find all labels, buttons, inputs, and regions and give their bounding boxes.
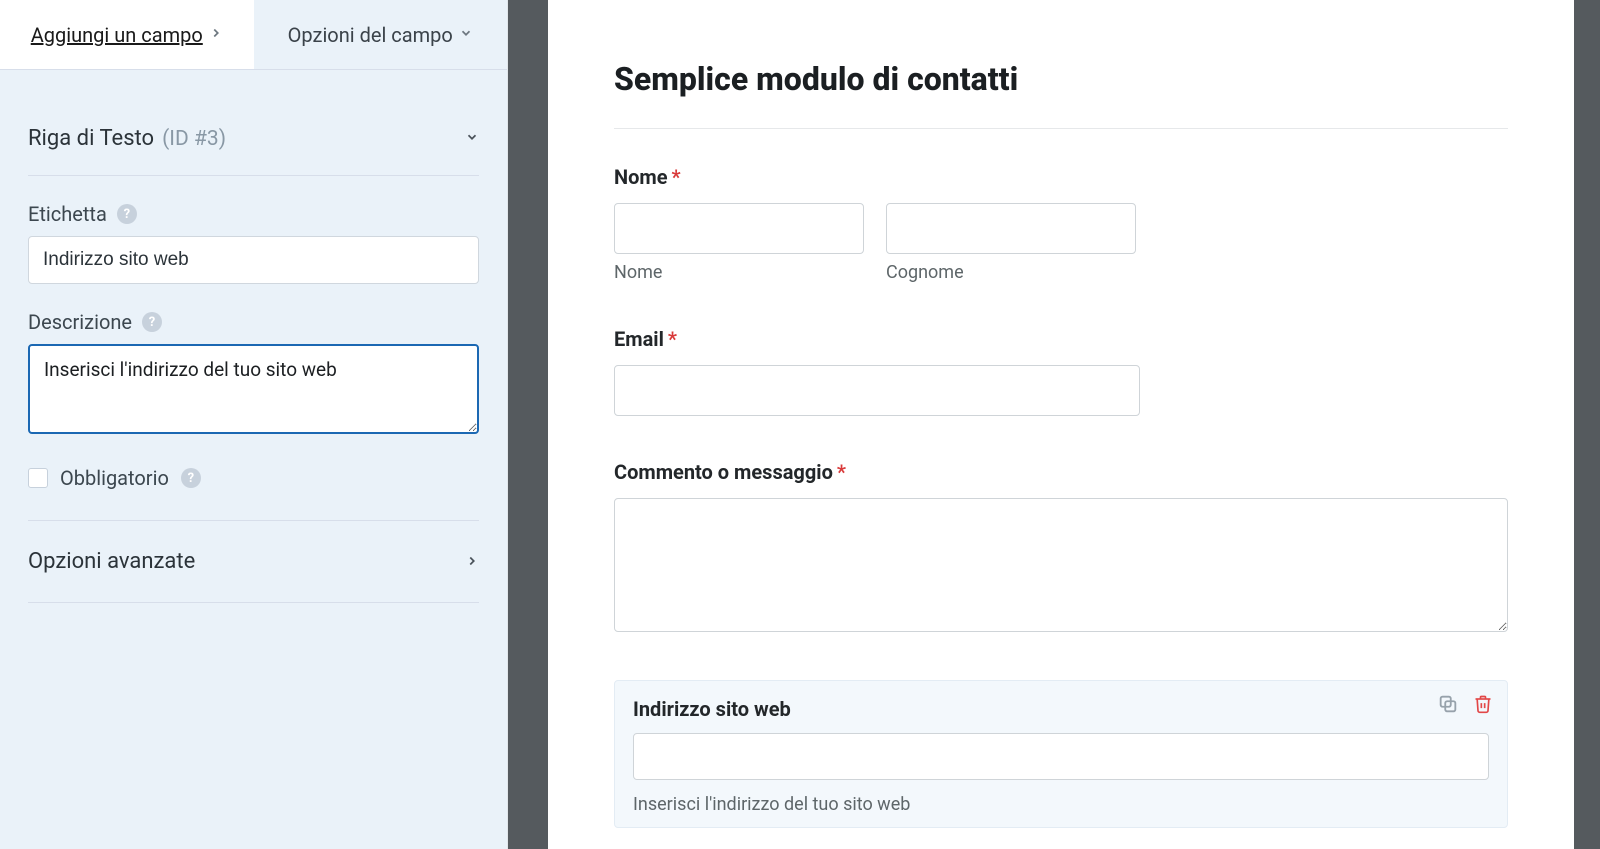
description-label: Descrizione	[28, 310, 132, 334]
form-card: Semplice modulo di contatti Nome* Nome C…	[548, 0, 1574, 849]
help-icon[interactable]: ?	[117, 204, 137, 224]
field-name[interactable]: Nome* Nome Cognome	[614, 165, 1508, 283]
email-input[interactable]	[614, 365, 1140, 416]
first-name-input[interactable]	[614, 203, 864, 254]
delete-icon[interactable]	[1473, 693, 1493, 715]
field-name-label: Nome*	[614, 165, 1508, 189]
tab-field-options[interactable]: Opzioni del campo	[254, 0, 508, 69]
field-email-label: Email*	[614, 327, 1508, 351]
form-title: Semplice modulo di contatti	[614, 60, 1508, 129]
field-editor-sidebar: Aggiungi un campo Opzioni del campo Riga…	[0, 0, 508, 849]
field-comment-label: Commento o messaggio*	[614, 460, 1508, 484]
advanced-options-row[interactable]: Opzioni avanzate	[28, 521, 479, 603]
chevron-right-icon	[465, 549, 479, 574]
tab-add-field[interactable]: Aggiungi un campo	[0, 0, 254, 69]
help-icon[interactable]: ?	[142, 312, 162, 332]
chevron-down-icon	[459, 24, 473, 45]
tab-add-field-label: Aggiungi un campo	[31, 23, 203, 47]
required-checkbox[interactable]	[28, 468, 48, 488]
field-comment[interactable]: Commento o messaggio*	[614, 460, 1508, 636]
form-preview-pane[interactable]: Semplice modulo di contatti Nome* Nome C…	[508, 0, 1600, 849]
last-name-sublabel: Cognome	[886, 262, 1136, 283]
description-label-row: Descrizione ?	[28, 310, 479, 334]
first-name-sublabel: Nome	[614, 262, 864, 283]
field-type-label: Riga di Testo	[28, 126, 154, 151]
field-email[interactable]: Email*	[614, 327, 1508, 416]
selected-field-description: Inserisci l'indirizzo del tuo sito web	[633, 794, 1489, 815]
required-asterisk: *	[672, 165, 681, 189]
last-name-input[interactable]	[886, 203, 1136, 254]
duplicate-icon[interactable]	[1437, 693, 1459, 715]
tab-field-options-label: Opzioni del campo	[288, 23, 453, 47]
field-id-label: (ID #3)	[162, 127, 226, 151]
etichetta-label-row: Etichetta ?	[28, 202, 479, 226]
required-asterisk: *	[668, 327, 677, 351]
comment-textarea[interactable]	[614, 498, 1508, 632]
selected-field-input[interactable]	[633, 733, 1489, 780]
etichetta-label: Etichetta	[28, 202, 107, 226]
selected-field-actions	[1437, 693, 1493, 715]
chevron-right-icon	[209, 24, 223, 45]
required-row: Obbligatorio ?	[28, 466, 479, 521]
sidebar-tabs: Aggiungi un campo Opzioni del campo	[0, 0, 507, 70]
sidebar-body: Riga di Testo (ID #3) Etichetta ? Descri…	[0, 70, 507, 603]
advanced-options-label: Opzioni avanzate	[28, 549, 195, 574]
field-type-header[interactable]: Riga di Testo (ID #3)	[28, 98, 479, 176]
help-icon[interactable]: ?	[181, 468, 201, 488]
etichetta-input[interactable]	[28, 236, 479, 284]
chevron-down-icon	[465, 129, 479, 148]
required-label[interactable]: Obbligatorio	[60, 466, 169, 490]
selected-field-label: Indirizzo sito web	[633, 697, 1489, 721]
required-asterisk: *	[837, 460, 846, 484]
description-textarea[interactable]: Inserisci l'indirizzo del tuo sito web	[28, 344, 479, 434]
selected-field-block[interactable]: Indirizzo sito web Inserisci l'indirizzo…	[614, 680, 1508, 828]
